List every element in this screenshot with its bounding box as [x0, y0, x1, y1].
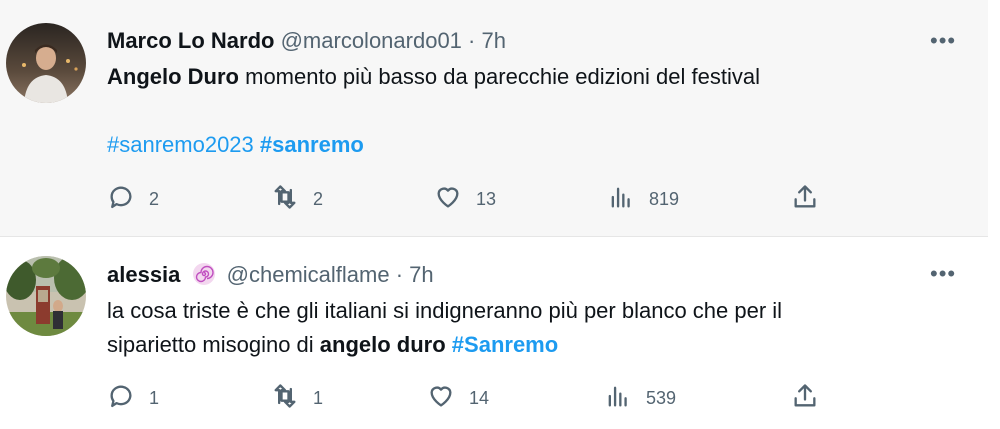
separator: · — [395, 262, 404, 287]
mention-bold: angelo duro — [319, 332, 446, 357]
retweet-button[interactable]: 2 — [271, 184, 323, 214]
tweet-text: Angelo Duro momento più basso da parecch… — [107, 60, 967, 162]
handle[interactable]: @chemicalflame — [227, 262, 390, 287]
tweet-alessia[interactable]: alessia @chemicalflame · 7h ••• la cosa … — [0, 237, 988, 429]
share-button[interactable] — [791, 184, 819, 214]
hashtag-sanremo2023[interactable]: #sanremo2023 — [107, 132, 254, 157]
like-count: 13 — [476, 188, 497, 209]
hashtag-sanremo[interactable]: #sanremo — [260, 132, 364, 157]
text-line-2: siparietto misogino di — [107, 332, 320, 357]
views-icon — [607, 183, 635, 216]
tweet-text: la cosa triste è che gli italiani si ind… — [107, 294, 967, 362]
view-count: 539 — [646, 387, 677, 408]
retweet-button[interactable]: 1 — [271, 383, 323, 413]
reply-count: 2 — [149, 188, 160, 209]
retweet-icon — [271, 382, 299, 415]
avatar[interactable] — [6, 23, 86, 103]
tweet-header: alessia @chemicalflame · 7h — [107, 261, 434, 293]
timestamp[interactable]: 7h — [482, 28, 506, 53]
reply-button[interactable]: 2 — [107, 184, 159, 214]
heart-icon — [427, 382, 455, 415]
display-name[interactable]: Marco Lo Nardo — [107, 28, 274, 53]
tweet-header: Marco Lo Nardo @marcolonardo01 · 7h — [107, 28, 506, 54]
retweet-count: 1 — [313, 387, 324, 408]
retweet-count: 2 — [313, 188, 324, 209]
reply-icon — [107, 382, 135, 415]
heart-icon — [434, 183, 462, 216]
reply-count: 1 — [149, 387, 160, 408]
display-name[interactable]: alessia — [107, 262, 180, 287]
like-button[interactable]: 14 — [427, 383, 489, 413]
like-count: 14 — [469, 387, 490, 408]
more-options-icon[interactable]: ••• — [930, 28, 956, 54]
retweet-icon — [271, 183, 299, 216]
views-button[interactable]: 819 — [607, 184, 679, 214]
like-button[interactable]: 13 — [434, 184, 496, 214]
separator: · — [468, 28, 476, 53]
share-icon — [791, 382, 819, 415]
spiral-badge-icon — [191, 261, 217, 293]
tweet-marco[interactable]: Marco Lo Nardo @marcolonardo01 · 7h ••• … — [0, 0, 988, 237]
text-rest: momento più basso da parecchie edizioni … — [239, 64, 760, 89]
hashtag-sanremo[interactable]: #Sanremo — [452, 332, 558, 357]
text-line-1: la cosa triste è che gli italiani si ind… — [107, 298, 783, 323]
action-bar: 1 1 14 539 — [107, 383, 837, 413]
reply-button[interactable]: 1 — [107, 383, 159, 413]
handle[interactable]: @marcolonardo01 — [281, 28, 462, 53]
views-button[interactable]: 539 — [604, 383, 676, 413]
mention-bold: Angelo Duro — [107, 64, 239, 89]
views-icon — [604, 382, 632, 415]
timestamp[interactable]: 7h — [409, 262, 433, 287]
reply-icon — [107, 183, 135, 216]
action-bar: 2 2 13 819 — [107, 184, 837, 214]
share-icon — [791, 183, 819, 216]
avatar[interactable] — [6, 256, 86, 336]
share-button[interactable] — [791, 383, 819, 413]
view-count: 819 — [649, 188, 680, 209]
more-options-icon[interactable]: ••• — [930, 261, 956, 287]
